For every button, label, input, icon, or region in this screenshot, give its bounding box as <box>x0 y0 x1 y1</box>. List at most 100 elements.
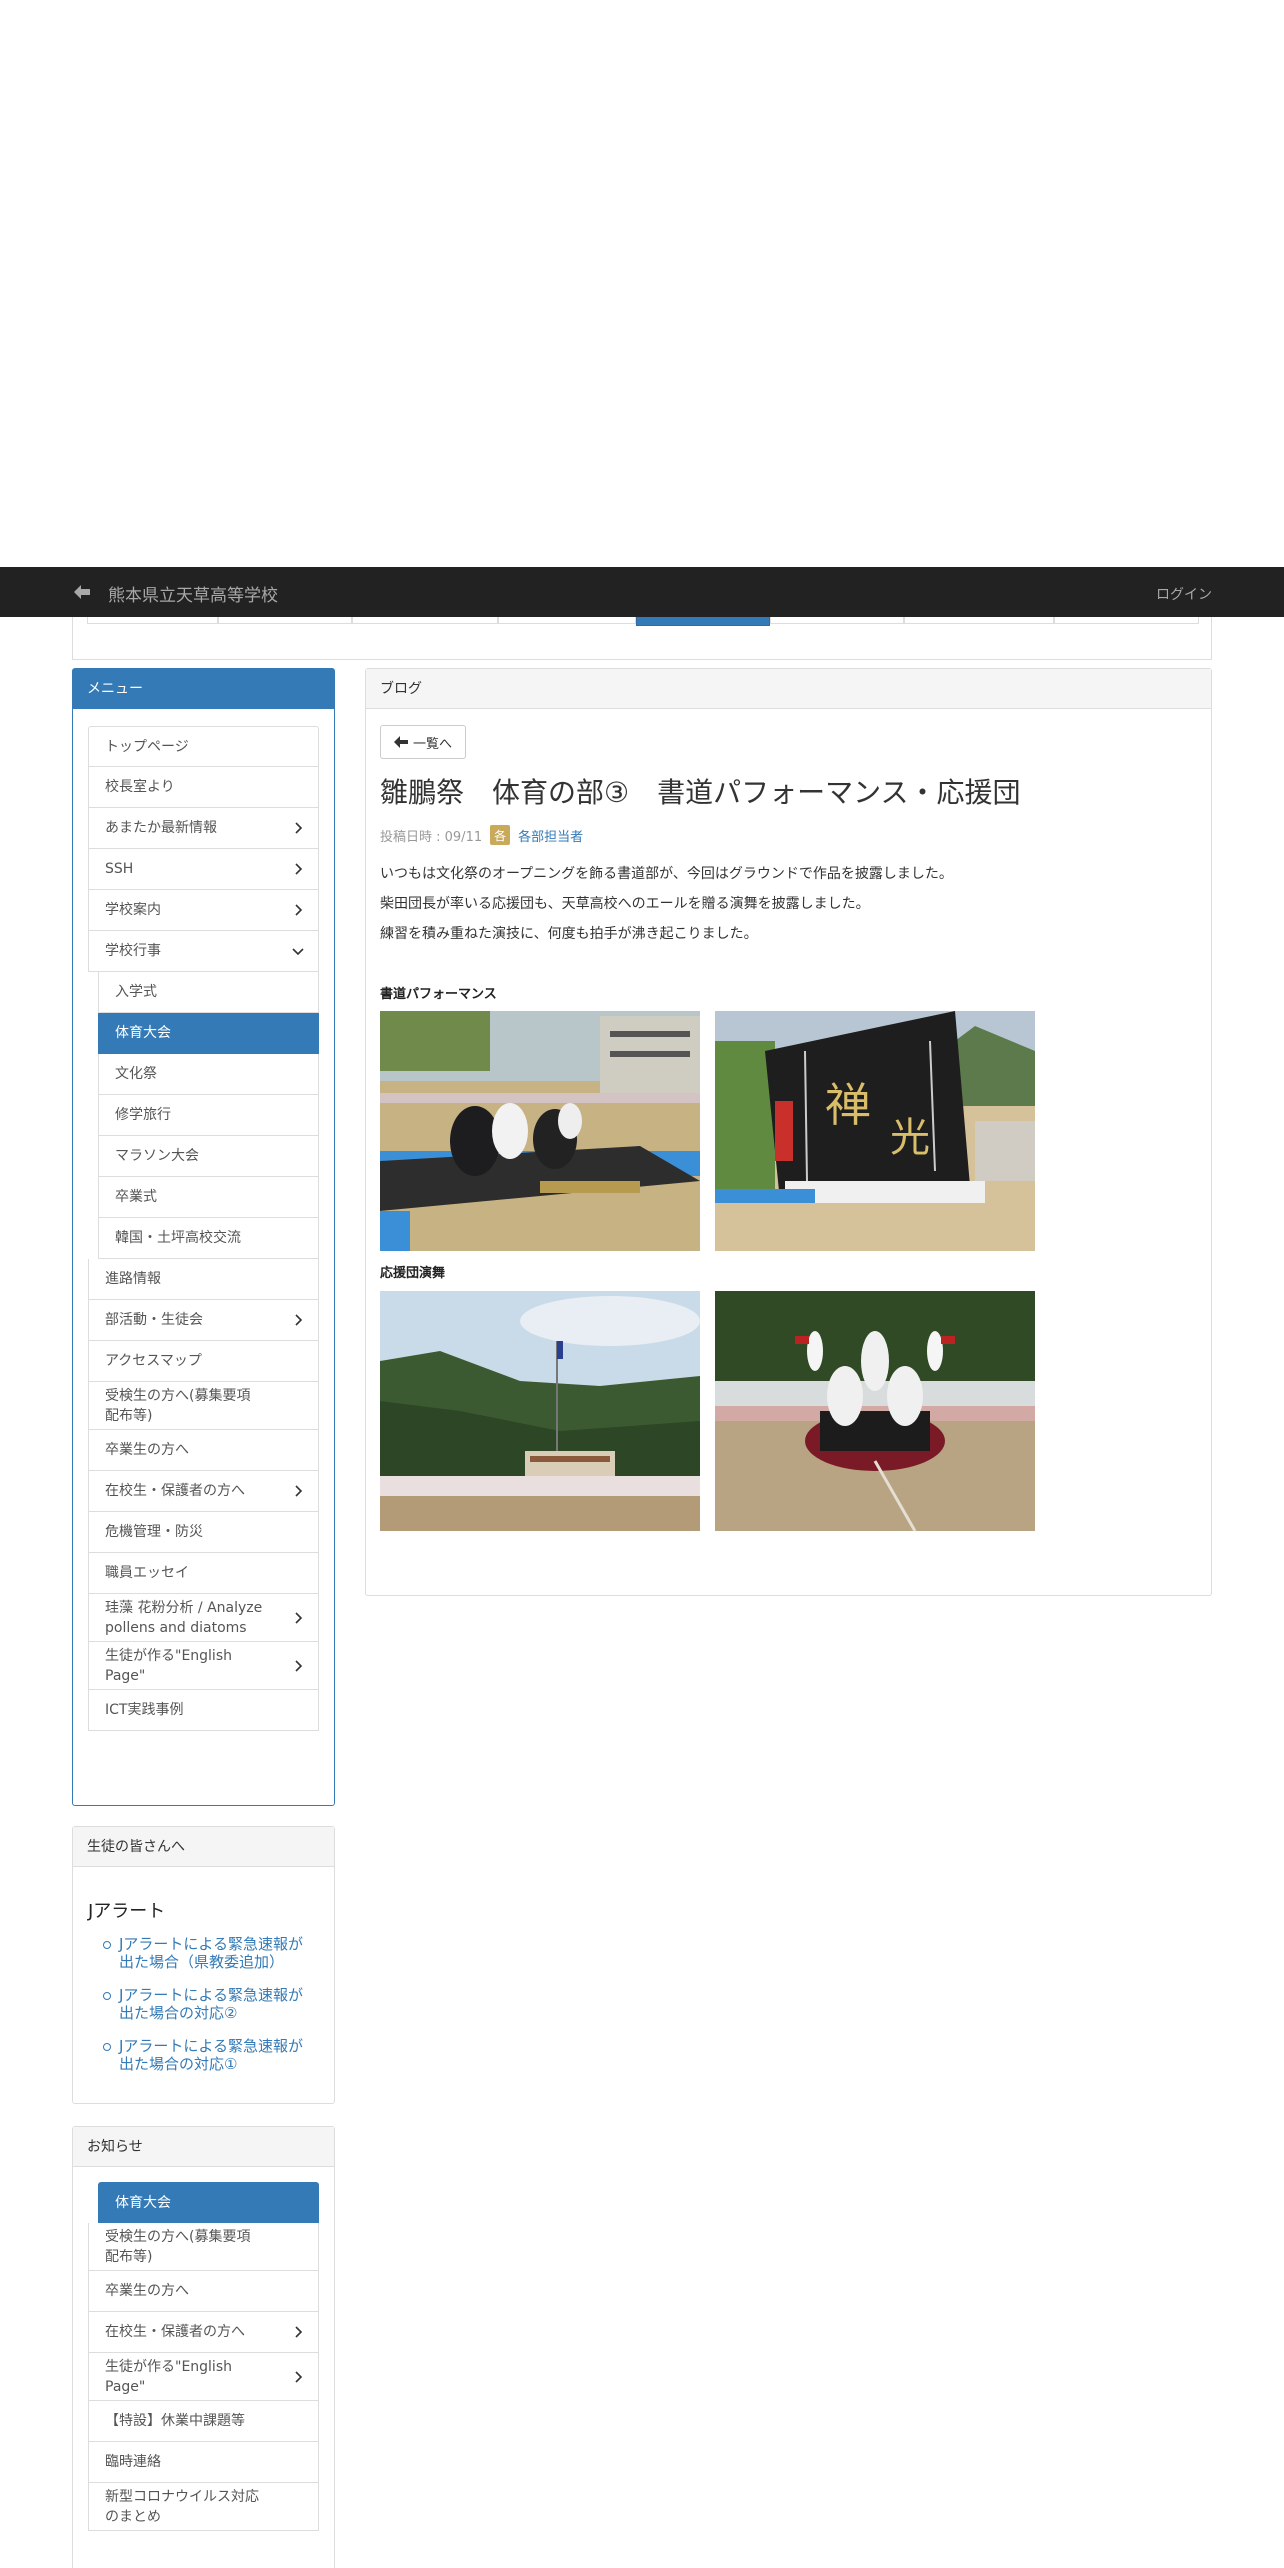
menu-item[interactable]: あまたか最新情報 <box>88 808 319 849</box>
news-item-label: 臨時連絡 <box>105 2454 161 2470</box>
news-item[interactable]: 生徒が作る"English Page" <box>88 2353 319 2401</box>
menu-item-label: 受検生の方へ(募集要項 配布等) <box>105 1387 251 1424</box>
menu-item[interactable]: 学校行事 <box>88 931 319 972</box>
menu-item[interactable]: 部活動・生徒会 <box>88 1300 319 1341</box>
students-panel: 生徒の皆さんへ Jアラート Jアラートによる緊急速報が 出た場合（県教委追加） … <box>72 1826 335 2104</box>
menu-item[interactable]: 進路情報 <box>88 1259 319 1300</box>
news-panel: お知らせ 体育大会受検生の方へ(募集要項 配布等) 卒業生の方へ在校生・保護者の方… <box>72 2126 335 2568</box>
news-item[interactable]: 臨時連絡 <box>88 2442 319 2483</box>
menu-item[interactable]: 受検生の方へ(募集要項 配布等) <box>88 1382 319 1430</box>
j-alert-link[interactable]: Jアラートによる緊急速報が 出た場合の対応② <box>103 1986 343 2022</box>
blog-panel: ブログ 一覧へ 雛鵬祭 体育の部③ 書道パフォーマンス・応援団 投稿日時 : 0… <box>365 668 1212 1596</box>
menu-item[interactable]: 韓国・土坪高校交流 <box>98 1218 319 1259</box>
menu-item-label: あまたか最新情報 <box>105 820 217 836</box>
cheer-photo-2[interactable] <box>715 1291 1035 1531</box>
menu-item[interactable]: 職員エッセイ <box>88 1553 319 1594</box>
chevron-right-icon <box>295 863 303 875</box>
back-to-list-button[interactable]: 一覧へ <box>380 725 466 759</box>
calligraphy-photo-2[interactable]: 禅 光 <box>715 1011 1035 1251</box>
chevron-down-icon <box>292 948 304 956</box>
menu-item-label: 職員エッセイ <box>105 1565 189 1581</box>
svg-text:光: 光 <box>890 1115 930 1161</box>
news-item-label: 受検生の方へ(募集要項 配布等) <box>105 2228 251 2265</box>
news-item-label: 【特設】休業中課題等 <box>105 2413 245 2429</box>
news-item-label: 在校生・保護者の方へ <box>105 2324 245 2340</box>
students-panel-title: 生徒の皆さんへ <box>73 1827 334 1867</box>
menu-item[interactable]: 文化祭 <box>98 1054 319 1095</box>
post-paragraph: 練習を積み重ねた演技に、何度も拍手が沸き起こりました。 <box>380 926 758 942</box>
menu-item[interactable]: 校長室より <box>88 767 319 808</box>
menu-item-label: 文化祭 <box>115 1066 157 1082</box>
chevron-right-icon <box>295 1659 303 1672</box>
menu-item-label: 危機管理・防災 <box>105 1524 203 1540</box>
menu-item-label: マラソン大会 <box>115 1148 199 1164</box>
j-alert-links: Jアラートによる緊急速報が 出た場合（県教委追加） Jアラートによる緊急速報が … <box>103 1935 343 2088</box>
menu-item-label: ICT実践事例 <box>105 1702 184 1718</box>
menu-item[interactable]: ICT実践事例 <box>88 1690 319 1731</box>
top-navbar: 熊本県立天草高等学校 ログイン <box>0 567 1284 617</box>
menu-item-label: アクセスマップ <box>105 1353 202 1369</box>
login-link[interactable]: ログイン <box>1156 584 1212 604</box>
news-item[interactable]: 体育大会 <box>98 2182 319 2223</box>
menu-item[interactable]: アクセスマップ <box>88 1341 319 1382</box>
chevron-right-icon <box>295 904 303 916</box>
menu-item[interactable]: 卒業式 <box>98 1177 319 1218</box>
j-alert-link[interactable]: Jアラートによる緊急速報が 出た場合の対応① <box>103 2037 343 2073</box>
j-alert-heading: Jアラート <box>88 1901 166 1922</box>
menu-item[interactable]: トップページ <box>88 726 319 767</box>
site-title[interactable]: 熊本県立天草高等学校 <box>108 581 278 606</box>
menu-item-label: 校長室より <box>105 779 175 795</box>
menu-list: トップページ 校長室よりあまたか最新情報 SSH 学校案内 学校行事入学式体育大会文化祭… <box>88 726 319 1731</box>
menu-item[interactable]: 卒業生の方へ <box>88 1430 319 1471</box>
news-item[interactable]: 【特設】休業中課題等 <box>88 2401 319 2442</box>
menu-item[interactable]: 危機管理・防災 <box>88 1512 319 1553</box>
news-item[interactable]: 受検生の方へ(募集要項 配布等) <box>88 2223 319 2271</box>
menu-panel-title: メニュー <box>73 669 334 709</box>
chevron-right-icon <box>295 2326 303 2338</box>
menu-item-label: SSH <box>105 861 134 877</box>
post-date: 投稿日時 : 09/11 <box>380 829 483 845</box>
j-alert-link[interactable]: Jアラートによる緊急速報が 出た場合（県教委追加） <box>103 1935 343 1971</box>
post-paragraph: いつもは文化祭のオープニングを飾る書道部が、今回はグラウンドで作品を披露しました… <box>380 866 953 882</box>
news-panel-title: お知らせ <box>73 2127 334 2167</box>
menu-item[interactable]: 入学式 <box>98 972 319 1013</box>
post-author[interactable]: 各部担当者 <box>518 826 583 845</box>
news-item[interactable]: 卒業生の方へ <box>88 2271 319 2312</box>
menu-item-label: 卒業式 <box>115 1189 157 1205</box>
news-item-label: 体育大会 <box>115 2194 171 2211</box>
menu-item[interactable]: マラソン大会 <box>98 1136 319 1177</box>
chevron-right-icon <box>295 2370 303 2383</box>
menu-panel: メニュー トップページ 校長室よりあまたか最新情報 SSH 学校案内 学校行事入学式体育… <box>72 668 335 1806</box>
menu-item[interactable]: 在校生・保護者の方へ <box>88 1471 319 1512</box>
news-item-label: 卒業生の方へ <box>105 2283 189 2299</box>
arrow-left-icon <box>393 736 408 748</box>
menu-item-label: 生徒が作る"English Page" <box>105 1647 232 1684</box>
menu-item[interactable]: 体育大会 <box>98 1013 319 1054</box>
menu-item[interactable]: 生徒が作る"English Page" <box>88 1642 319 1690</box>
menu-item-label: 部活動・生徒会 <box>105 1312 203 1328</box>
menu-item-label: 進路情報 <box>105 1271 161 1287</box>
post-paragraph: 柴田団長が率いる応援団も、天草高校へのエールを贈る演舞を披露しました。 <box>380 896 870 912</box>
menu-item-label: 在校生・保護者の方へ <box>105 1483 245 1499</box>
section-heading-cheer: 応援団演舞 <box>380 1266 446 1281</box>
svg-text:禅: 禅 <box>825 1078 871 1132</box>
menu-item-label: 入学式 <box>115 984 157 1000</box>
menu-item[interactable]: 珪藻 花粉分析 / Analyze pollens and diatoms <box>88 1594 319 1642</box>
back-to-list-label: 一覧へ <box>412 736 452 752</box>
section-heading-calligraphy: 書道パフォーマンス <box>380 987 497 1002</box>
arrow-left-icon[interactable] <box>72 582 92 602</box>
calligraphy-photo-1[interactable] <box>380 1011 700 1251</box>
menu-item[interactable]: 学校案内 <box>88 890 319 931</box>
menu-item-label: トップページ <box>105 738 189 755</box>
chevron-right-icon <box>295 1611 303 1624</box>
news-item[interactable]: 在校生・保護者の方へ <box>88 2312 319 2353</box>
news-item[interactable]: 新型コロナウイルス対応 のまとめ <box>88 2483 319 2531</box>
menu-item-label: 体育大会 <box>115 1025 171 1041</box>
menu-item[interactable]: 修学旅行 <box>98 1095 319 1136</box>
blog-panel-title: ブログ <box>366 669 1211 709</box>
menu-item-label: 修学旅行 <box>115 1107 171 1123</box>
cheer-photo-1[interactable] <box>380 1291 700 1531</box>
menu-item-label: 珪藻 花粉分析 / Analyze pollens and diatoms <box>105 1599 263 1636</box>
chevron-right-icon <box>295 1485 303 1497</box>
menu-item[interactable]: SSH <box>88 849 319 890</box>
